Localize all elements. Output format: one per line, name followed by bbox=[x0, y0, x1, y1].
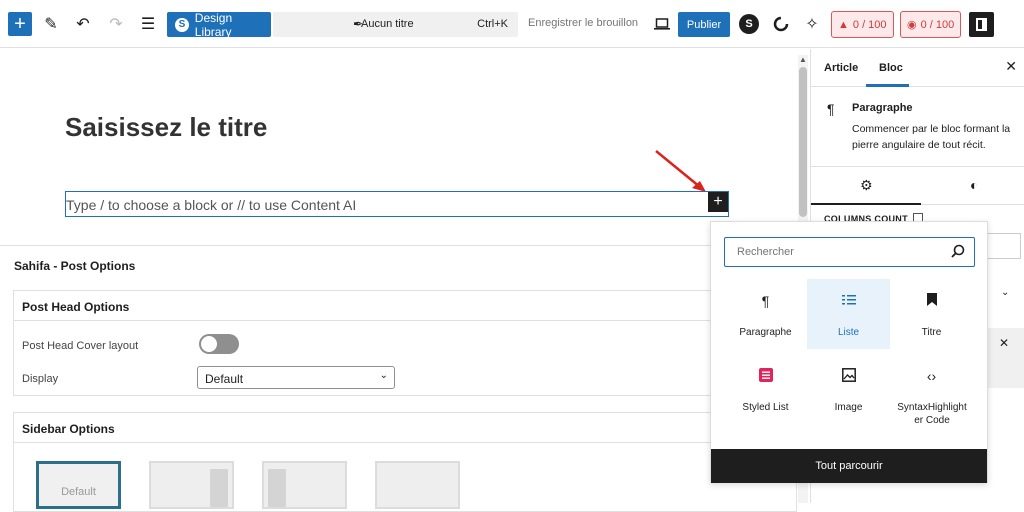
red-arrow-annotation bbox=[655, 150, 706, 192]
block-option-styled-list[interactable]: Styled List bbox=[724, 354, 807, 424]
block-settings-tabs: ⚙ ◐ bbox=[811, 167, 1024, 205]
top-toolbar: + ✎ ↶ ↷ ☰ S Design Library ✒ Aucun titre… bbox=[0, 0, 1024, 48]
add-block-button[interactable]: + bbox=[8, 12, 32, 36]
paragraph-icon: ¶ bbox=[827, 101, 835, 117]
post-head-options-title: Post Head Options bbox=[14, 291, 796, 321]
chevron-down-icon[interactable]: ⌄ bbox=[1001, 287, 1009, 298]
readability-score-value: 0 / 100 bbox=[920, 18, 955, 31]
block-description: Commencer par le bloc formant la pierre … bbox=[852, 123, 1011, 151]
block-placeholder: Type / to choose a block or // to use Co… bbox=[66, 197, 357, 213]
browse-all-button[interactable]: Tout parcourir bbox=[711, 449, 987, 483]
inline-add-block-button[interactable]: + bbox=[708, 192, 728, 212]
pencil-icon[interactable]: ✎ bbox=[40, 13, 62, 35]
block-option-syntaxhighlighter-code[interactable]: ‹› SyntaxHighlight er Code bbox=[890, 354, 973, 426]
bookmark-icon bbox=[890, 293, 973, 309]
block-option-image[interactable]: Image bbox=[807, 354, 890, 424]
publish-button[interactable]: Publier bbox=[678, 12, 730, 37]
loading-ring-icon[interactable] bbox=[770, 13, 792, 35]
block-option-label: Titre bbox=[921, 327, 942, 338]
display-label: Display bbox=[22, 373, 59, 385]
block-option-paragraphe[interactable]: ¶ Paragraphe bbox=[724, 279, 807, 349]
block-option-label: SyntaxHighlight er Code bbox=[897, 402, 967, 426]
sidebar-layout-full[interactable] bbox=[375, 461, 460, 509]
sidebar-options-title: Sidebar Options bbox=[14, 413, 796, 443]
block-option-label: Paragraphe bbox=[739, 327, 792, 338]
post-head-options-box: Post Head Options Post Head Cover layout… bbox=[13, 290, 797, 396]
block-option-titre[interactable]: Titre bbox=[890, 279, 973, 349]
gear-icon[interactable]: ⚙ bbox=[860, 177, 873, 194]
design-library-label: Design Library bbox=[194, 10, 233, 39]
seo-score-badge[interactable]: ▲ 0 / 100 bbox=[831, 11, 894, 38]
preview-laptop-icon[interactable] bbox=[651, 13, 673, 35]
design-library-button[interactable]: S Design Library bbox=[167, 10, 271, 39]
scrollbar-thumb[interactable] bbox=[799, 67, 807, 217]
list-icon bbox=[807, 293, 890, 309]
close-icon[interactable]: ✕ bbox=[1005, 58, 1017, 75]
block-card: ¶ Paragraphe Commencer par le bloc forma… bbox=[811, 87, 1024, 167]
close-icon[interactable]: ✕ bbox=[999, 336, 1009, 350]
command-title: Aucun titre bbox=[361, 18, 414, 30]
block-name: Paragraphe bbox=[852, 102, 913, 114]
search-placeholder: Rechercher bbox=[737, 246, 794, 258]
block-option-liste[interactable]: Liste bbox=[807, 279, 890, 349]
search-icon bbox=[951, 244, 965, 258]
block-option-label: Liste bbox=[837, 327, 860, 338]
command-shortcut: Ctrl+K bbox=[477, 18, 508, 30]
post-title-input[interactable]: Saisissez le titre bbox=[65, 112, 267, 143]
post-head-cover-toggle[interactable] bbox=[199, 334, 239, 354]
readability-score-icon: ◉ bbox=[907, 19, 917, 31]
sidebar-field[interactable] bbox=[986, 233, 1021, 259]
styles-contrast-icon[interactable]: ◐ bbox=[970, 177, 978, 193]
block-inserter-popover: Rechercher ¶ Paragraphe Liste Titre Styl… bbox=[710, 221, 988, 483]
sidebar-options-box: Sidebar Options Default bbox=[13, 412, 797, 512]
sidebar-tabs: Article Bloc ✕ bbox=[811, 49, 1024, 87]
post-options-metabox: Sahifa - Post Options Post Head Options … bbox=[0, 245, 797, 512]
sparkles-icon[interactable]: ✧ bbox=[801, 13, 823, 35]
redo-icon[interactable]: ↷ bbox=[105, 13, 127, 35]
undo-icon[interactable]: ↶ bbox=[72, 13, 94, 35]
sidebar-layout-default[interactable]: Default bbox=[36, 461, 121, 509]
block-search-input[interactable]: Rechercher bbox=[724, 237, 975, 267]
sidebar-layout-left[interactable] bbox=[262, 461, 347, 509]
tab-article[interactable]: Article bbox=[824, 62, 858, 74]
sidebar-layout-default-label: Default bbox=[61, 486, 96, 498]
active-subtab-indicator bbox=[811, 203, 921, 205]
chevron-down-icon: ⌄ bbox=[379, 370, 388, 381]
display-select[interactable]: Default ⌄ bbox=[197, 366, 395, 389]
layout-column bbox=[268, 469, 286, 507]
scroll-up-icon[interactable]: ▲ bbox=[799, 55, 807, 64]
sidebar-notice: ✕ bbox=[987, 328, 1024, 388]
paragraph-icon: ¶ bbox=[761, 293, 770, 309]
post-head-cover-label: Post Head Cover layout bbox=[22, 340, 139, 352]
image-icon bbox=[807, 368, 890, 385]
stackable-icon[interactable]: S bbox=[739, 14, 759, 34]
tab-bloc[interactable]: Bloc bbox=[879, 62, 903, 74]
settings-panel-toggle[interactable] bbox=[969, 12, 994, 37]
sidebar-layout-right[interactable] bbox=[149, 461, 234, 509]
command-palette[interactable]: ✒ Aucun titre Ctrl+K bbox=[273, 12, 518, 37]
seo-score-value: 0 / 100 bbox=[852, 18, 887, 31]
readability-score-badge[interactable]: ◉ 0 / 100 bbox=[900, 11, 962, 38]
seo-score-icon: ▲ bbox=[838, 18, 849, 31]
styled-list-icon bbox=[724, 368, 807, 385]
save-draft-button[interactable]: Enregistrer le brouillon bbox=[528, 17, 638, 29]
block-option-label: Styled List bbox=[742, 402, 789, 413]
paragraph-block-input[interactable]: Type / to choose a block or // to use Co… bbox=[65, 191, 729, 217]
design-library-logo-icon: S bbox=[175, 17, 189, 32]
display-select-value: Default bbox=[205, 372, 244, 386]
sidebar-panel-icon bbox=[976, 18, 987, 31]
layout-column bbox=[210, 469, 228, 507]
list-view-icon[interactable]: ☰ bbox=[137, 13, 159, 35]
post-options-title: Sahifa - Post Options bbox=[14, 259, 136, 273]
code-icon: ‹› bbox=[926, 368, 937, 384]
block-option-label: Image bbox=[834, 402, 863, 413]
